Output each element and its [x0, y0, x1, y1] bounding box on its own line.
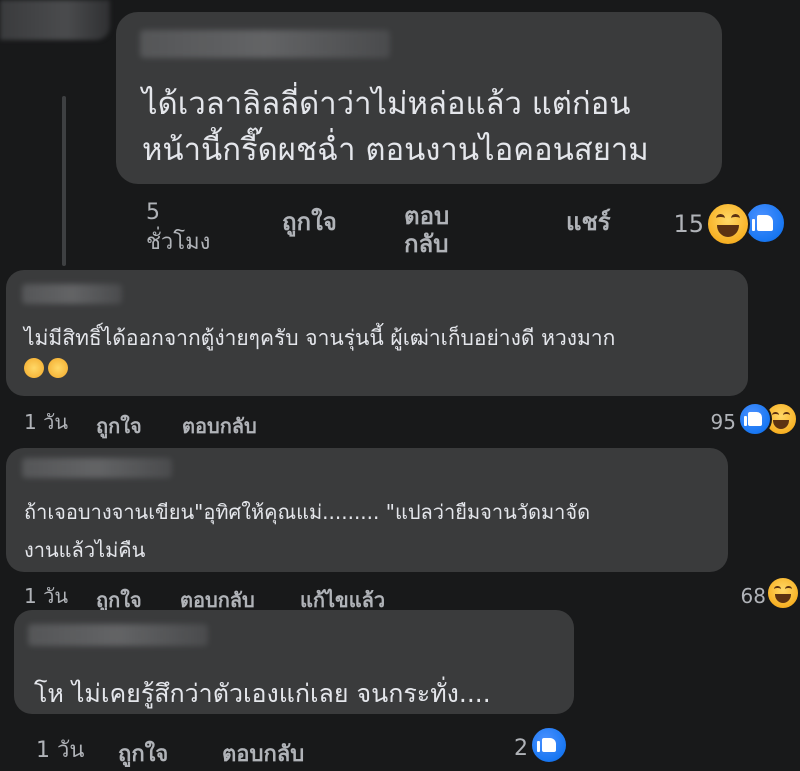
haha-icon: [706, 202, 750, 246]
rofl-icon: [44, 354, 72, 382]
share-action[interactable]: แชร์: [566, 202, 611, 241]
thread-line: [62, 96, 66, 266]
rofl-icon: [20, 354, 48, 382]
reply-action[interactable]: ตอบกลับ: [222, 736, 304, 771]
haha-icon: [766, 576, 800, 610]
reaction-count[interactable]: 2: [500, 736, 528, 761]
comment-text-line: งานแล้วไม่คืน: [24, 538, 146, 562]
comment-text-line: ถ้าเจอบางจานเขียน"อุทิศให้คุณแม่........…: [24, 500, 591, 524]
reply-action[interactable]: ตอบกลับ: [182, 410, 257, 442]
reaction-count[interactable]: 95: [700, 410, 736, 434]
like-action[interactable]: ถูกใจ: [96, 410, 142, 442]
commenter-name-blurred-2[interactable]: [22, 284, 122, 304]
like-action[interactable]: ถูกใจ: [282, 202, 337, 241]
like-action[interactable]: ถูกใจ: [118, 736, 168, 771]
comment-time[interactable]: 5 ชั่วโมง: [146, 198, 210, 258]
comment-time[interactable]: 1 วัน: [24, 406, 68, 438]
comment-text-line: ไม่มีสิทธิ์ได้ออกจากตู้ง่ายๆครับ จานรุ่น…: [24, 326, 616, 350]
comment-text-line: หน้านี้กรี๊ดผชฉ่ำ ตอนงานไอคอนสยาม: [142, 132, 649, 168]
reaction-count[interactable]: 15: [660, 210, 704, 238]
comment-time[interactable]: 1 วัน: [24, 580, 68, 612]
reply-action[interactable]: ตอบ กลับ: [404, 202, 449, 258]
like-icon: [744, 202, 786, 244]
comment-text-line: โห ไม่เคยรู้สึกว่าตัวเองแก่เลย จนกระทั่ง…: [34, 679, 491, 708]
commenter-name-blurred-1[interactable]: [140, 30, 390, 58]
rofl-emoji-pair: [20, 354, 74, 382]
commenter-name-blurred-3[interactable]: [22, 458, 172, 478]
commenter-name-blurred-4[interactable]: [28, 624, 208, 646]
like-icon: [530, 726, 568, 764]
comment-time[interactable]: 1 วัน: [36, 732, 84, 767]
like-icon: [738, 402, 772, 436]
comment-text-line: ได้เวลาลิลลี่ด่าว่าไม่หล่อแล้ว แต่ก่อน: [142, 86, 631, 122]
avatar-blurred[interactable]: [0, 0, 110, 40]
reaction-count[interactable]: 68: [732, 584, 766, 608]
